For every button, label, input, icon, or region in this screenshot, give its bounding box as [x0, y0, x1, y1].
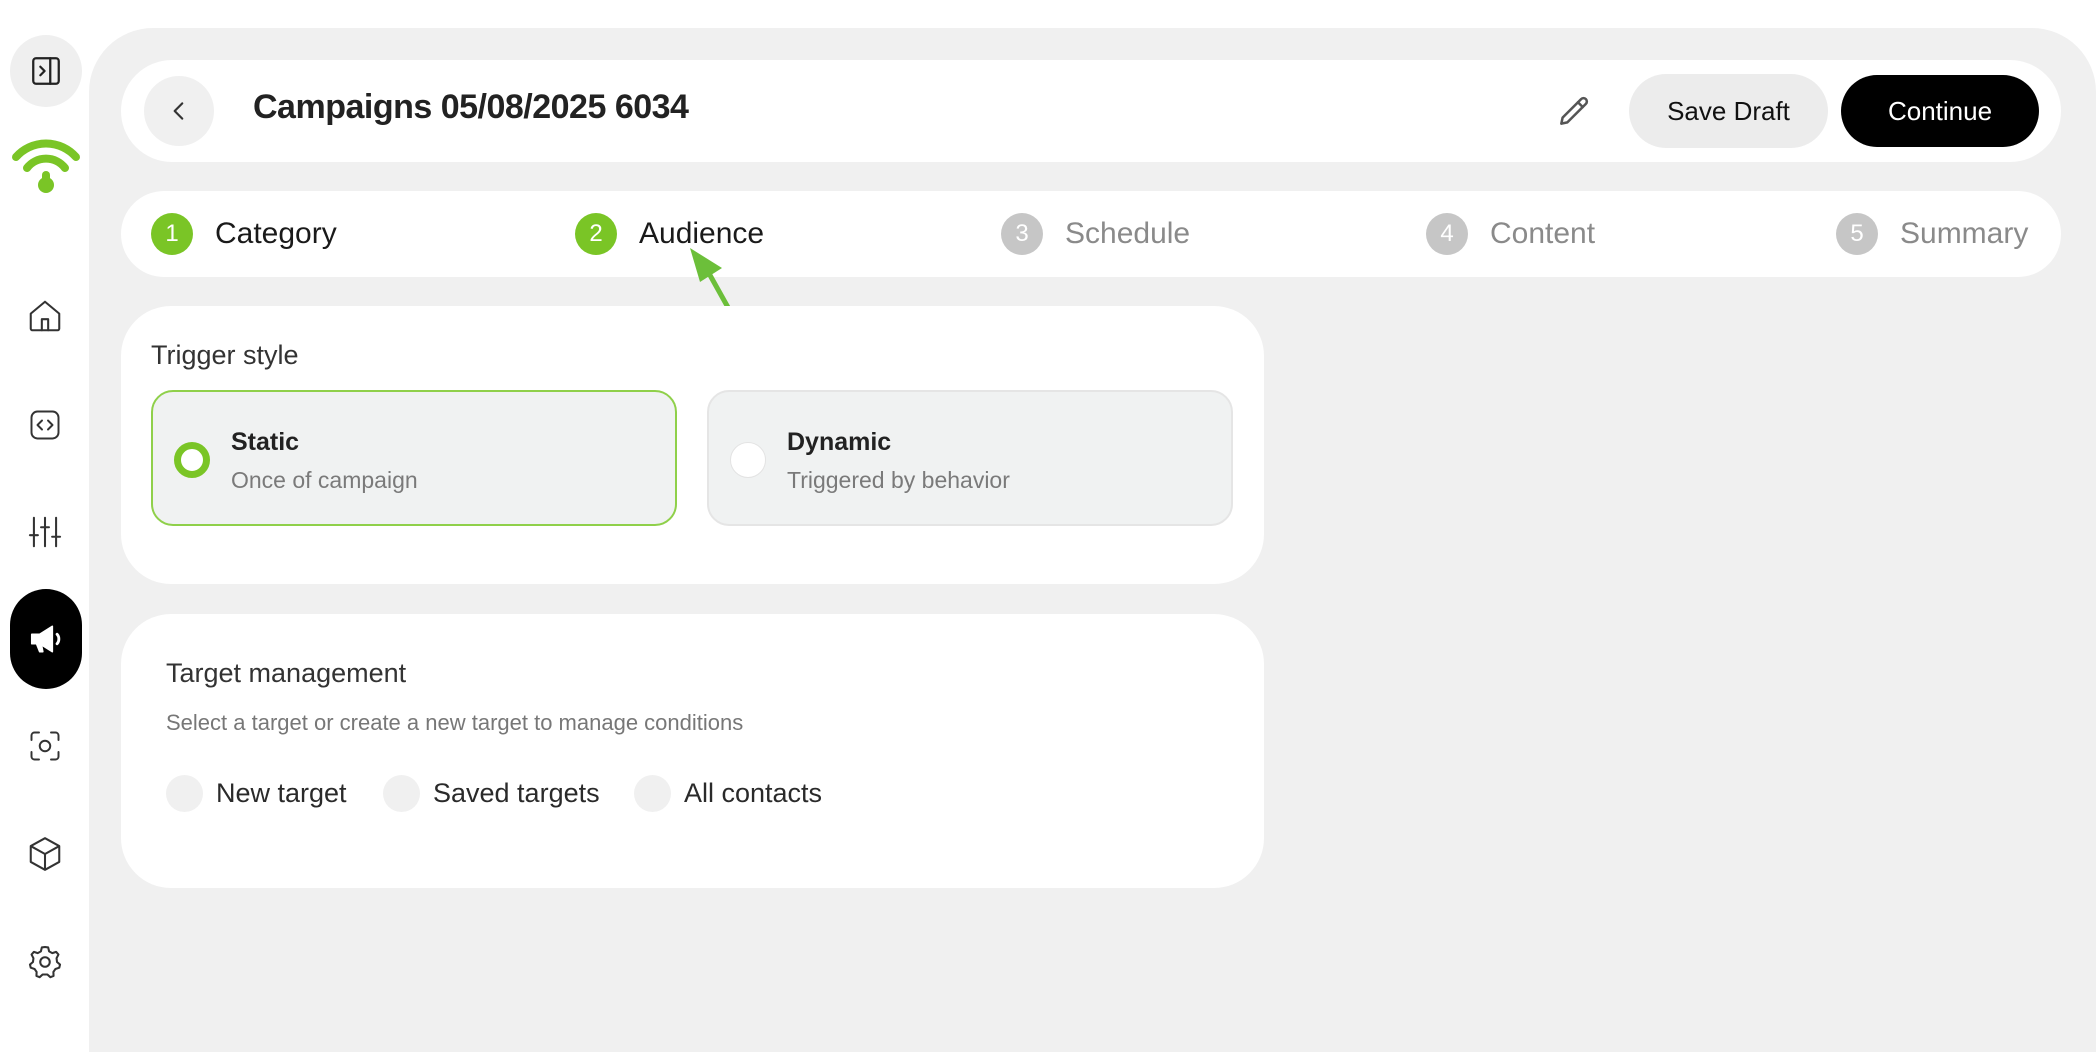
- radio-selected[interactable]: [174, 442, 210, 478]
- target-management-title: Target management: [166, 658, 407, 688]
- choice-label: All contacts: [684, 777, 823, 808]
- chevron-left-icon: [173, 102, 184, 120]
- header-bar: Campaigns 05/08/2025 6034 Save Draft Con…: [121, 60, 2061, 162]
- step-label: Category: [215, 217, 337, 250]
- trigger-option-dynamic[interactable]: Dynamic Triggered by behavior: [707, 390, 1233, 526]
- option-title: Static: [231, 428, 300, 456]
- continue-button[interactable]: Continue: [1841, 75, 2039, 147]
- step-label: Summary: [1900, 217, 2029, 250]
- edit-title-button[interactable]: [1549, 86, 1599, 136]
- step-number: 1: [151, 213, 193, 255]
- radio-unselected[interactable]: [730, 442, 766, 478]
- trigger-style-card: Trigger style Static Once of campaign Dy…: [121, 306, 1264, 584]
- save-draft-button[interactable]: Save Draft: [1629, 74, 1828, 148]
- option-title: Dynamic: [787, 428, 892, 456]
- radio-unselected[interactable]: [383, 774, 420, 812]
- radio-unselected[interactable]: [634, 774, 671, 812]
- cube-icon[interactable]: [8, 817, 81, 890]
- step-number: 5: [1836, 213, 1878, 255]
- sidebar: [0, 0, 89, 1052]
- megaphone-icon[interactable]: [10, 589, 82, 689]
- step-number: 2: [575, 213, 617, 255]
- choice-label: New target: [216, 777, 347, 808]
- step-label: Content: [1490, 217, 1596, 250]
- target-management-card: Target management Select a target or cre…: [121, 614, 1264, 888]
- trigger-style-title: Trigger style: [151, 340, 299, 370]
- step-number: 4: [1426, 213, 1468, 255]
- code-icon[interactable]: [8, 388, 81, 461]
- step-category[interactable]: 1 Category: [151, 212, 337, 256]
- page-title: Campaigns 05/08/2025 6034: [253, 88, 689, 126]
- sliders-icon[interactable]: [8, 495, 81, 568]
- trigger-option-static[interactable]: Static Once of campaign: [151, 390, 677, 526]
- option-subtitle: Triggered by behavior: [787, 467, 1010, 493]
- target-choice-saved[interactable]: Saved targets: [383, 774, 600, 812]
- target-management-subtitle: Select a target or create a new target t…: [166, 710, 744, 735]
- step-schedule[interactable]: 3 Schedule: [1001, 212, 1190, 256]
- target-choice-new[interactable]: New target: [166, 774, 347, 812]
- pencil-icon: [1560, 96, 1589, 125]
- step-content[interactable]: 4 Content: [1426, 212, 1595, 256]
- wifi-logo-icon[interactable]: [10, 128, 82, 200]
- step-label: Schedule: [1065, 217, 1191, 250]
- scan-icon[interactable]: [8, 709, 81, 782]
- option-subtitle: Once of campaign: [231, 467, 418, 493]
- back-button[interactable]: [144, 76, 214, 146]
- home-icon[interactable]: [8, 279, 81, 352]
- gear-icon[interactable]: [8, 925, 81, 998]
- step-number: 3: [1001, 213, 1043, 255]
- choice-label: Saved targets: [433, 777, 600, 808]
- panel-toggle-icon[interactable]: [10, 35, 82, 107]
- target-choice-all[interactable]: All contacts: [634, 774, 822, 812]
- radio-unselected[interactable]: [166, 774, 203, 812]
- step-summary[interactable]: 5 Summary: [1836, 212, 2028, 256]
- step-indicator: 1 Category 2 Audience 3 Schedule 4 Conte…: [121, 191, 2061, 277]
